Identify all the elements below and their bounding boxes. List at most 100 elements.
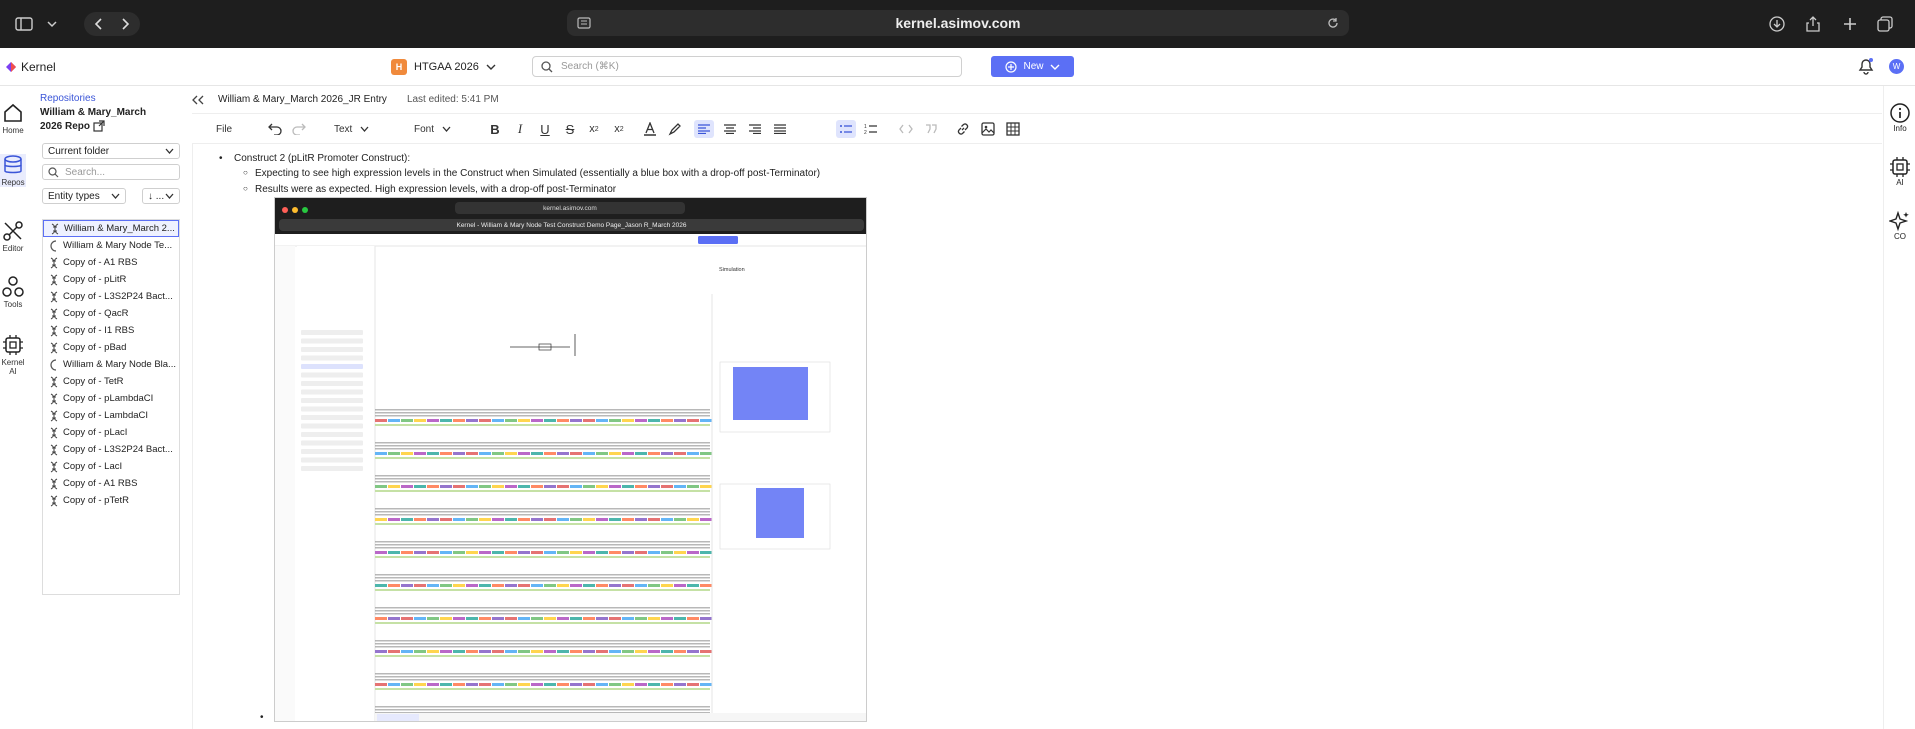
repo-search-input[interactable]: Search... [42, 164, 180, 180]
doc-title[interactable]: William & Mary_March 2026_JR Entry [218, 94, 387, 105]
embedded-feature-segment [440, 485, 452, 488]
file-list-item[interactable]: Copy of - A1 RBS [43, 475, 179, 492]
editor-icon [2, 220, 24, 242]
external-link-icon[interactable] [93, 120, 105, 132]
tabs-overview-icon[interactable] [1873, 12, 1897, 36]
nav-home[interactable]: Home [0, 102, 26, 135]
project-selector[interactable]: H HTGAA 2026 [391, 56, 496, 78]
embedded-feature-segment [596, 617, 608, 620]
embedded-feature-segment [427, 650, 439, 653]
new-button[interactable]: New [991, 56, 1074, 77]
reader-icon[interactable] [577, 17, 591, 29]
right-nav-ai[interactable]: AI [1884, 156, 1915, 187]
address-bar[interactable]: kernel.asimov.com [567, 10, 1349, 36]
file-list-item[interactable]: Copy of - TetR [43, 373, 179, 390]
embedded-sequence-line [375, 478, 710, 480]
file-list-item[interactable]: Copy of - pLacI [43, 424, 179, 441]
strikethrough-icon[interactable]: S [561, 120, 579, 138]
file-menu[interactable]: File [216, 120, 232, 138]
embedded-feature-segment [388, 551, 400, 554]
sort-select[interactable]: ↓ ... [142, 188, 180, 204]
file-list-item[interactable]: Copy of - LambdaCI [43, 407, 179, 424]
embedded-feature-segment [674, 650, 686, 653]
nav-tools[interactable]: Tools [0, 276, 26, 309]
embedded-feature-segment [414, 584, 426, 587]
subscript-icon[interactable]: x2 [585, 120, 603, 138]
link-icon[interactable] [954, 120, 972, 138]
file-list-item[interactable]: William & Mary Node Bla... [43, 356, 179, 373]
right-nav-info[interactable]: Info [1884, 102, 1915, 133]
nav-editor[interactable]: Editor [0, 220, 26, 253]
superscript-icon[interactable]: x2 [610, 120, 628, 138]
embedded-feature-segment [661, 485, 673, 488]
file-name: Copy of - pLambdaCI [63, 393, 154, 404]
nav-kernel-ai[interactable]: Kernel AI [0, 334, 26, 376]
reload-icon[interactable] [1327, 17, 1339, 29]
download-icon[interactable] [1765, 12, 1789, 36]
file-name: Copy of - L3S2P24 Bact... [63, 291, 173, 302]
code-icon[interactable] [897, 120, 915, 138]
embedded-feature-segment [674, 518, 686, 521]
sub-bullet-marker: ○ [243, 184, 248, 193]
sidebar-toggle-icon[interactable] [12, 12, 36, 36]
embedded-annotation-track [375, 655, 710, 657]
redo-icon[interactable] [290, 120, 308, 138]
notifications-icon[interactable] [1856, 56, 1876, 76]
image-icon[interactable] [979, 120, 997, 138]
back-icon[interactable] [92, 17, 106, 31]
file-list-item[interactable]: Copy of - pLitR [43, 271, 179, 288]
entity-type-filter[interactable]: Entity types [42, 188, 126, 204]
right-nav-co-label: CO [1894, 232, 1906, 241]
file-list-item[interactable]: Copy of - LacI [43, 458, 179, 475]
new-tab-icon[interactable] [1838, 12, 1862, 36]
embedded-screenshot-image[interactable]: kernel.asimov.com Kernel - William & Mar… [274, 197, 867, 722]
bold-icon[interactable]: B [486, 120, 504, 138]
folder-select[interactable]: Current folder [42, 143, 180, 159]
file-list-item[interactable]: Copy of - pLambdaCI [43, 390, 179, 407]
file-list-item[interactable]: William & Mary_March 2... [43, 220, 179, 237]
avatar[interactable]: W [1889, 59, 1904, 74]
numbered-list-icon[interactable]: 12 [861, 120, 881, 138]
embedded-feature-segment [557, 617, 569, 620]
forward-icon[interactable] [118, 17, 132, 31]
text-color-icon[interactable] [641, 120, 659, 138]
file-list-item[interactable]: Copy of - L3S2P24 Bact... [43, 441, 179, 458]
share-icon[interactable] [1801, 12, 1825, 36]
chevron-down-icon[interactable] [40, 12, 64, 36]
align-center-icon[interactable] [720, 120, 740, 138]
embedded-feature-segment [557, 419, 569, 422]
quote-icon[interactable] [922, 120, 940, 138]
align-right-icon[interactable] [745, 120, 765, 138]
nav-repos[interactable]: Repos [0, 154, 26, 187]
collapse-icon[interactable] [192, 95, 208, 105]
file-list-item[interactable]: William & Mary Node Te... [43, 237, 179, 254]
search-icon [48, 166, 59, 178]
breadcrumb[interactable]: Repositories [40, 93, 96, 104]
file-list-item[interactable]: Copy of - QacR [43, 305, 179, 322]
font-select[interactable]: Font [414, 120, 451, 138]
file-list-item[interactable]: Copy of - L3S2P24 Bact... [43, 288, 179, 305]
text-style-select[interactable]: Text [334, 120, 369, 138]
search-input[interactable]: Search (⌘K) [532, 56, 962, 77]
align-left-icon[interactable] [694, 120, 714, 138]
embedded-sequence-line [375, 577, 710, 579]
table-icon[interactable] [1004, 120, 1022, 138]
underline-icon[interactable]: U [536, 120, 554, 138]
dna-icon [49, 257, 59, 269]
chevron-down-icon [442, 126, 451, 132]
embedded-feature-segment [609, 551, 621, 554]
right-nav-co[interactable]: CO [1884, 210, 1915, 241]
bullet-list-icon[interactable] [836, 120, 856, 138]
italic-icon[interactable]: I [511, 120, 529, 138]
file-list-item[interactable]: Copy of - I1 RBS [43, 322, 179, 339]
align-justify-icon[interactable] [770, 120, 790, 138]
dna-icon [49, 342, 59, 354]
highlight-icon[interactable] [666, 120, 684, 138]
embedded-feature-segment [700, 683, 712, 686]
file-list-item[interactable]: Copy of - pBad [43, 339, 179, 356]
file-list-item[interactable]: Copy of - A1 RBS [43, 254, 179, 271]
app-logo[interactable]: Kernel [5, 60, 56, 74]
left-nav: Home Repos Editor Tools Kernel AI [0, 86, 26, 729]
undo-icon[interactable] [266, 120, 284, 138]
file-list-item[interactable]: Copy of - pTetR [43, 492, 179, 509]
